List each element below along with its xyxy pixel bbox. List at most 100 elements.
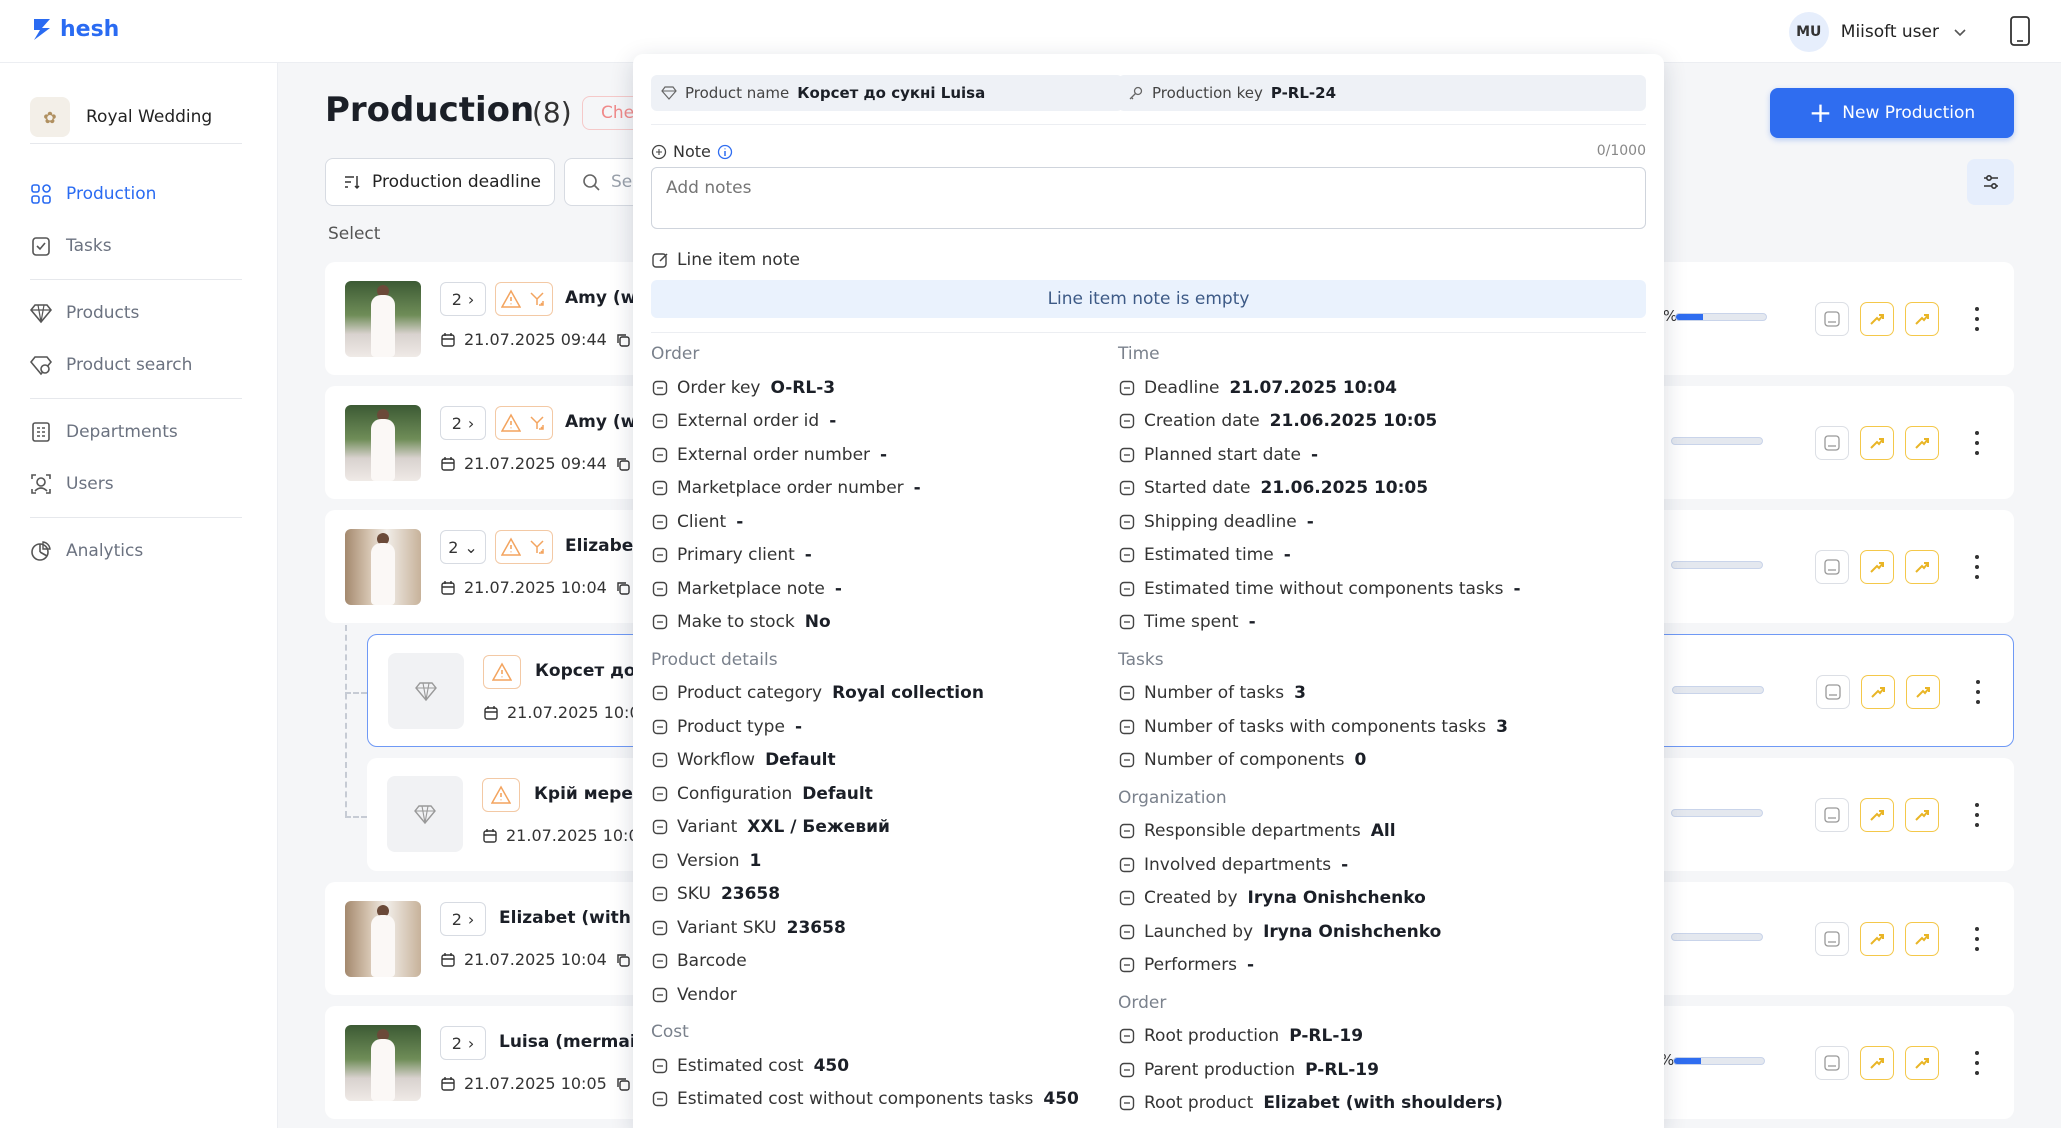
quantity-badge[interactable]: 2 › <box>440 1026 486 1060</box>
tree-connector <box>345 625 347 817</box>
user-circle-icon <box>1119 890 1135 906</box>
sidebar-item-tasks[interactable]: Tasks <box>30 235 112 257</box>
more-options-icon[interactable] <box>1972 431 1982 455</box>
note-action-button[interactable] <box>1815 426 1849 460</box>
select-label[interactable]: Select <box>328 224 380 244</box>
search-input[interactable]: Se <box>564 158 644 206</box>
detail-label: Involved departments <box>1144 854 1332 875</box>
note-action-button[interactable] <box>1815 302 1849 336</box>
chevron-right-icon: › <box>467 909 475 929</box>
warning-badge[interactable] <box>495 530 553 564</box>
copy-icon <box>617 953 630 967</box>
sidebar-item-products[interactable]: Products <box>30 302 139 324</box>
row-title[interactable]: Корсет до с <box>535 661 635 681</box>
note-action-button[interactable] <box>1815 550 1849 584</box>
row-title[interactable]: Крій мереж <box>534 784 634 804</box>
arrow-up-right-icon <box>1915 934 1929 945</box>
detail-label: Number of tasks with components tasks <box>1144 716 1487 737</box>
quantity-badge[interactable]: 2 › <box>440 902 486 936</box>
progress-bar <box>1671 933 1763 941</box>
detail-label: Barcode <box>677 951 747 971</box>
responsible-dept-icon <box>1119 823 1135 839</box>
start-action-button[interactable] <box>1860 550 1894 584</box>
detail-field: Shipping deadline - <box>1118 512 1314 532</box>
start-action-button[interactable] <box>1861 675 1895 709</box>
forward-action-button[interactable] <box>1905 922 1939 956</box>
workflow-icon <box>652 752 668 768</box>
warning-badge[interactable] <box>483 655 521 689</box>
marketplace-order-icon <box>652 480 668 496</box>
detail-value: Default <box>765 750 836 770</box>
forward-action-button[interactable] <box>1906 675 1940 709</box>
sidebar-item-product-search[interactable]: Product search <box>30 354 192 376</box>
note-action-button[interactable] <box>1815 1046 1849 1080</box>
info-icon[interactable] <box>717 144 733 160</box>
forward-action-button[interactable] <box>1905 426 1939 460</box>
forward-action-button[interactable] <box>1905 550 1939 584</box>
start-action-button[interactable] <box>1860 302 1894 336</box>
component-thumbnail <box>387 776 463 852</box>
detail-field: Version 1 <box>651 851 761 871</box>
forward-action-button[interactable] <box>1905 302 1939 336</box>
more-options-icon[interactable] <box>1972 555 1982 579</box>
sidebar-divider <box>30 279 242 280</box>
user-menu[interactable]: MU Miisoft user <box>1788 12 1969 52</box>
filter-settings-button[interactable] <box>1967 159 2014 205</box>
category-icon <box>652 685 668 701</box>
note-action-button[interactable] <box>1816 675 1850 709</box>
mobile-device-icon[interactable] <box>2009 16 2031 46</box>
start-action-button[interactable] <box>1860 798 1894 832</box>
detail-field: Estimated cost without components tasks 4… <box>651 1089 1079 1109</box>
chevron-right-icon: › <box>467 1033 475 1053</box>
detail-value: Elizabet (with shoulders) <box>1263 1093 1503 1113</box>
detail-field: SKU 23658 <box>651 884 780 904</box>
note-icon <box>1824 931 1840 947</box>
start-action-button[interactable] <box>1860 426 1894 460</box>
detail-label: Client <box>677 511 727 532</box>
production-icon <box>31 184 51 204</box>
row-title[interactable]: Elizabet (with sh <box>499 908 645 928</box>
quantity-badge[interactable]: 2 › <box>440 282 486 316</box>
sort-button[interactable]: Production deadline <box>325 158 555 206</box>
more-options-icon[interactable] <box>1972 803 1982 827</box>
sidebar-item-production[interactable]: Production <box>30 183 156 205</box>
progress-bar <box>1671 809 1763 817</box>
row-date-text: 21.07.2025 09:44 <box>464 330 607 349</box>
sidebar-item-analytics[interactable]: Analytics <box>30 540 143 562</box>
involved-dept-icon <box>1119 857 1135 872</box>
sidebar-item-departments[interactable]: Departments <box>30 421 178 443</box>
detail-label: Created by <box>1144 888 1238 908</box>
row-deadline: 21.07.2025 10:04 <box>440 578 631 597</box>
more-options-icon[interactable] <box>1972 1051 1982 1075</box>
app-logo[interactable]: hesh <box>30 16 119 42</box>
forward-action-button[interactable] <box>1905 1046 1939 1080</box>
barcode-icon <box>652 953 668 969</box>
forward-action-button[interactable] <box>1905 798 1939 832</box>
quantity-badge[interactable]: 2 ⌄ <box>440 530 486 564</box>
warning-badge[interactable] <box>482 778 520 812</box>
row-title[interactable]: Luisa (mermaid) <box>499 1032 645 1052</box>
performers-icon <box>1119 957 1135 973</box>
detail-field: Created by Iryna Onishchenko <box>1118 888 1426 908</box>
new-production-button[interactable]: + New Production <box>1770 88 2014 138</box>
more-options-icon[interactable] <box>1972 927 1982 951</box>
start-action-button[interactable] <box>1860 1046 1894 1080</box>
warning-badge[interactable] <box>495 282 553 316</box>
branch-icon <box>530 292 544 306</box>
note-action-button[interactable] <box>1815 922 1849 956</box>
more-options-icon[interactable] <box>1972 307 1982 331</box>
warning-icon <box>501 413 521 432</box>
organization-switcher[interactable]: ✿ Royal Wedding <box>30 97 212 137</box>
detail-field: Responsible departments All <box>1118 821 1396 841</box>
start-action-button[interactable] <box>1860 922 1894 956</box>
gem-icon <box>415 682 437 702</box>
more-options-icon[interactable] <box>1973 680 1983 704</box>
detail-label: Number of tasks <box>1144 683 1285 703</box>
warning-badge[interactable] <box>495 406 553 440</box>
quantity-badge[interactable]: 2 › <box>440 406 486 440</box>
note-textarea[interactable] <box>651 167 1646 229</box>
note-label: Note <box>651 142 733 161</box>
sidebar-item-label: Production <box>66 184 157 204</box>
sidebar-item-users[interactable]: Users <box>30 473 114 495</box>
note-action-button[interactable] <box>1815 798 1849 832</box>
